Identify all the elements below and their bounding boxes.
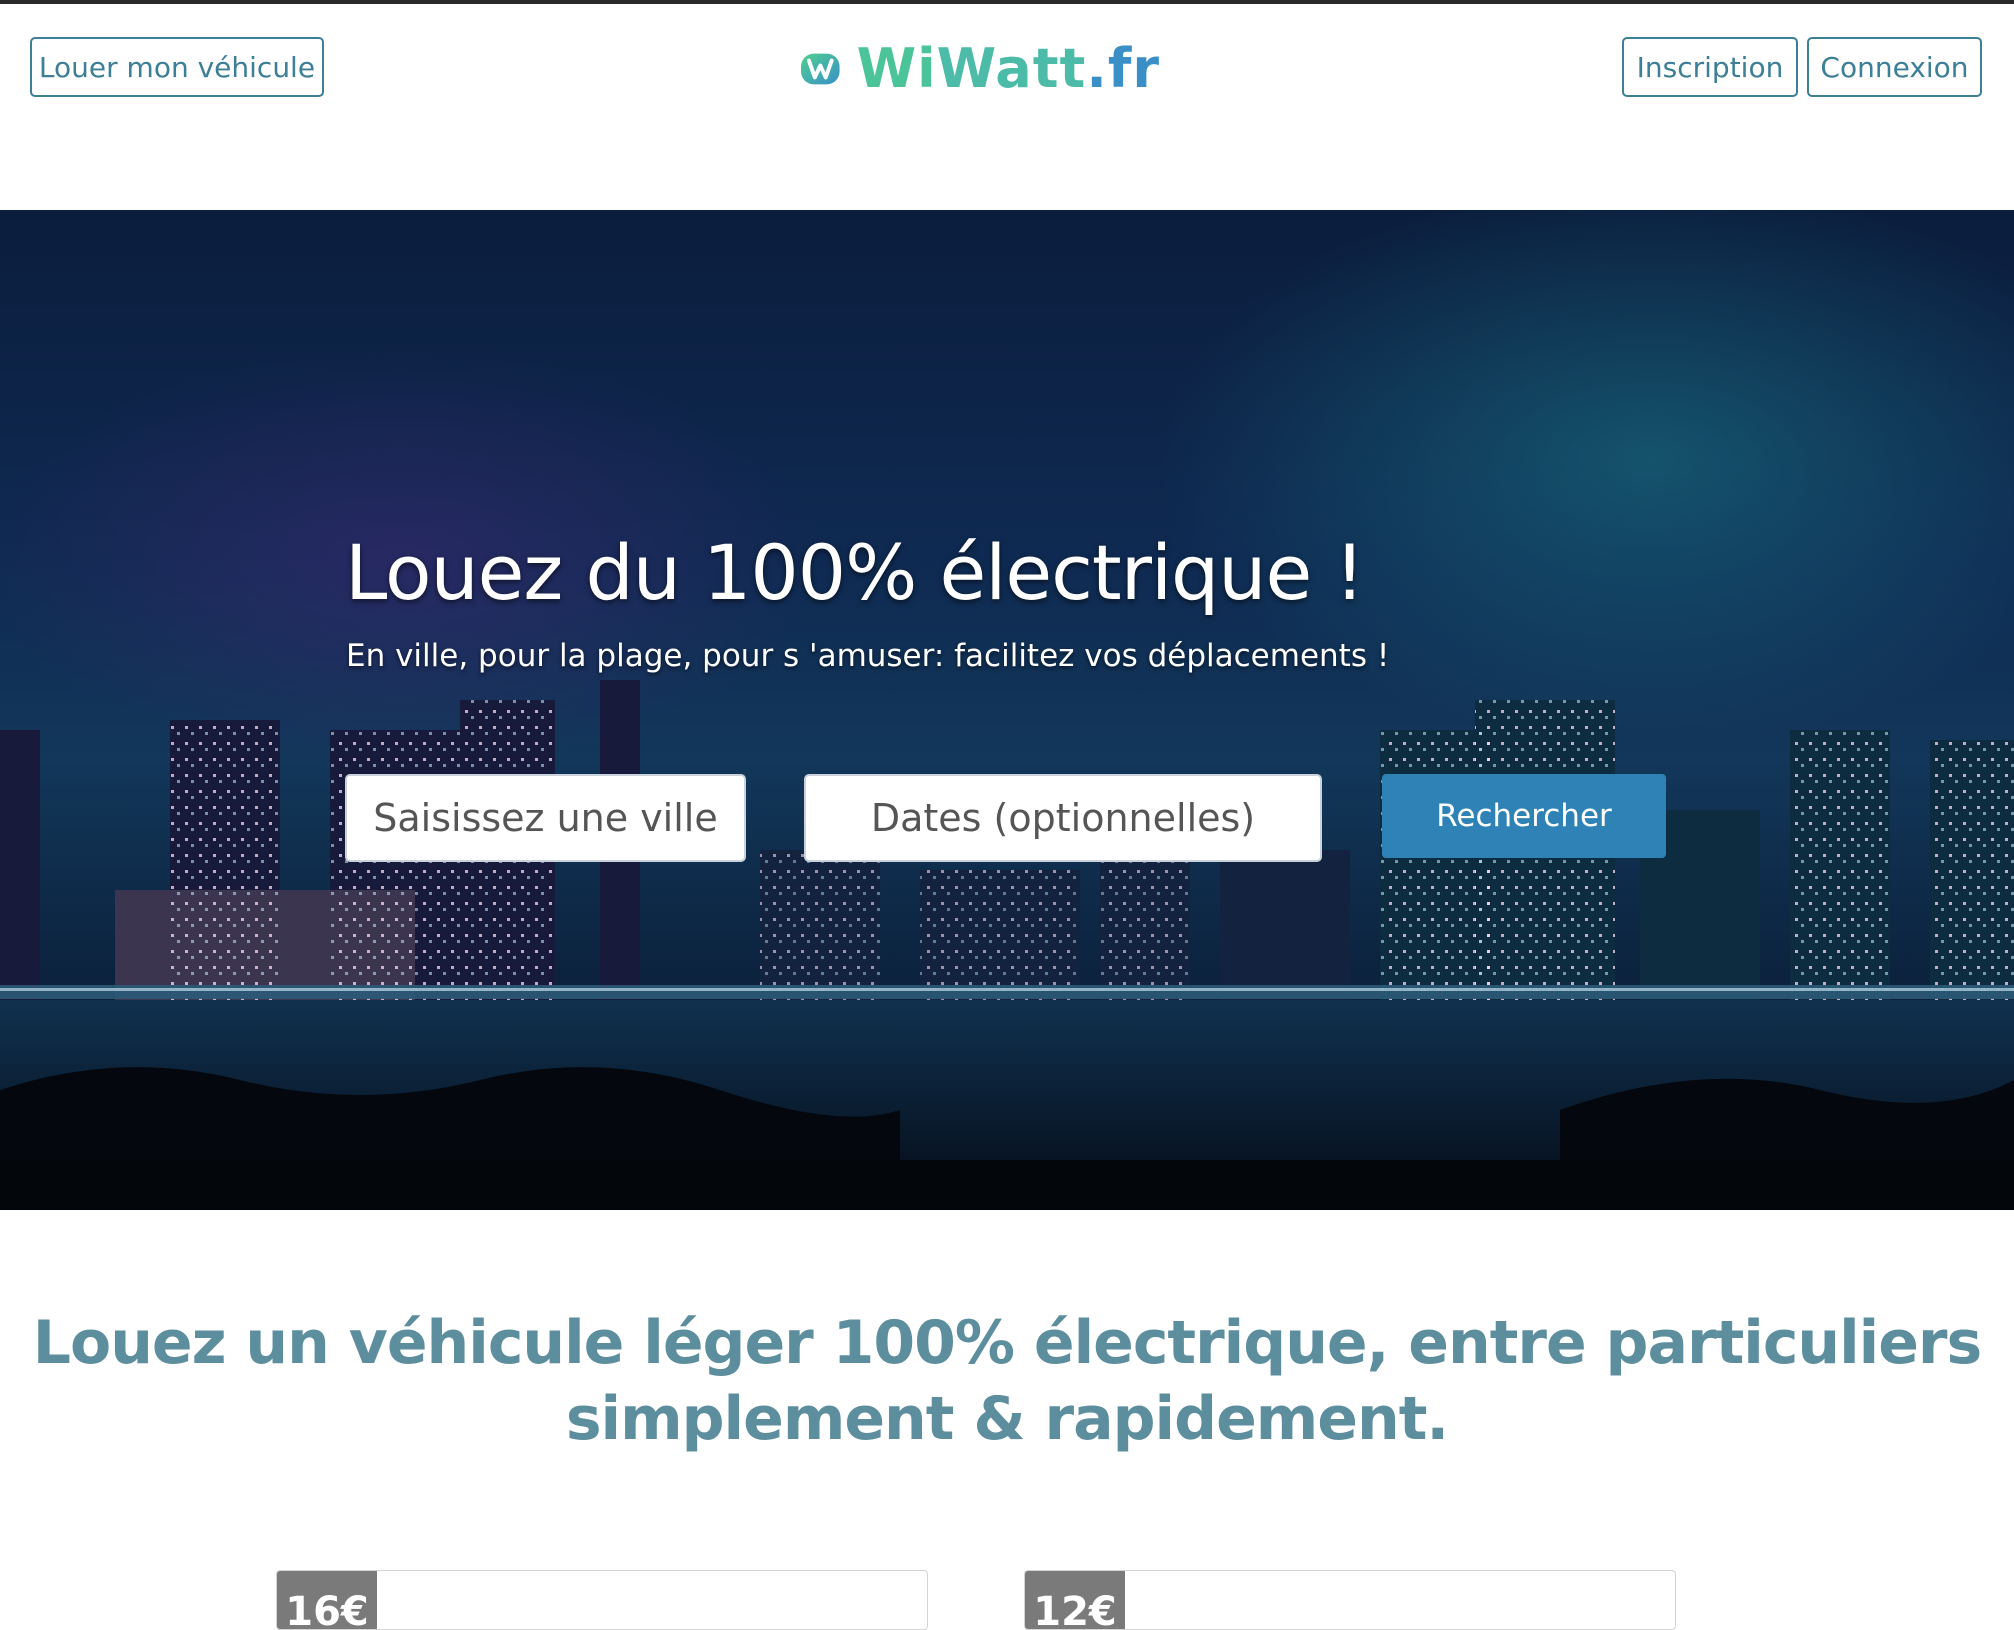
city-search-input[interactable] — [345, 774, 746, 862]
tagline-line-2: simplement & rapidement. — [565, 1384, 1449, 1454]
hero-title: Louez du 100% électrique ! — [345, 528, 1365, 617]
search-button[interactable]: Rechercher — [1382, 774, 1666, 858]
price-badge: 12€ — [1025, 1571, 1125, 1629]
wiwatt-logo-icon — [800, 53, 840, 85]
hero-subtitle: En ville, pour la plage, pour s 'amuser:… — [346, 638, 1390, 674]
tagline-heading: Louez un véhicule léger 100% électrique,… — [0, 1305, 2014, 1457]
vehicle-card[interactable]: 12€ — [1024, 1570, 1676, 1630]
tagline-line-1: Louez un véhicule léger 100% électrique,… — [32, 1308, 1982, 1378]
login-button[interactable]: Connexion — [1807, 37, 1982, 97]
vehicle-card[interactable]: 16€ — [276, 1570, 928, 1630]
price-badge: 16€ — [277, 1571, 377, 1629]
hero-banner: Louez du 100% électrique ! En ville, pou… — [0, 210, 2014, 1210]
dates-input[interactable] — [804, 774, 1322, 862]
rent-my-vehicle-button[interactable]: Louer mon véhicule — [30, 37, 324, 97]
site-header: Louer mon véhicule WiWatt.fr Inscription… — [0, 4, 2014, 210]
wiwatt-logo-text: WiWatt.fr — [856, 37, 1160, 100]
city-night-background — [0, 680, 2014, 1210]
signup-button[interactable]: Inscription — [1622, 37, 1798, 97]
wiwatt-logo[interactable]: WiWatt.fr — [800, 34, 1160, 104]
